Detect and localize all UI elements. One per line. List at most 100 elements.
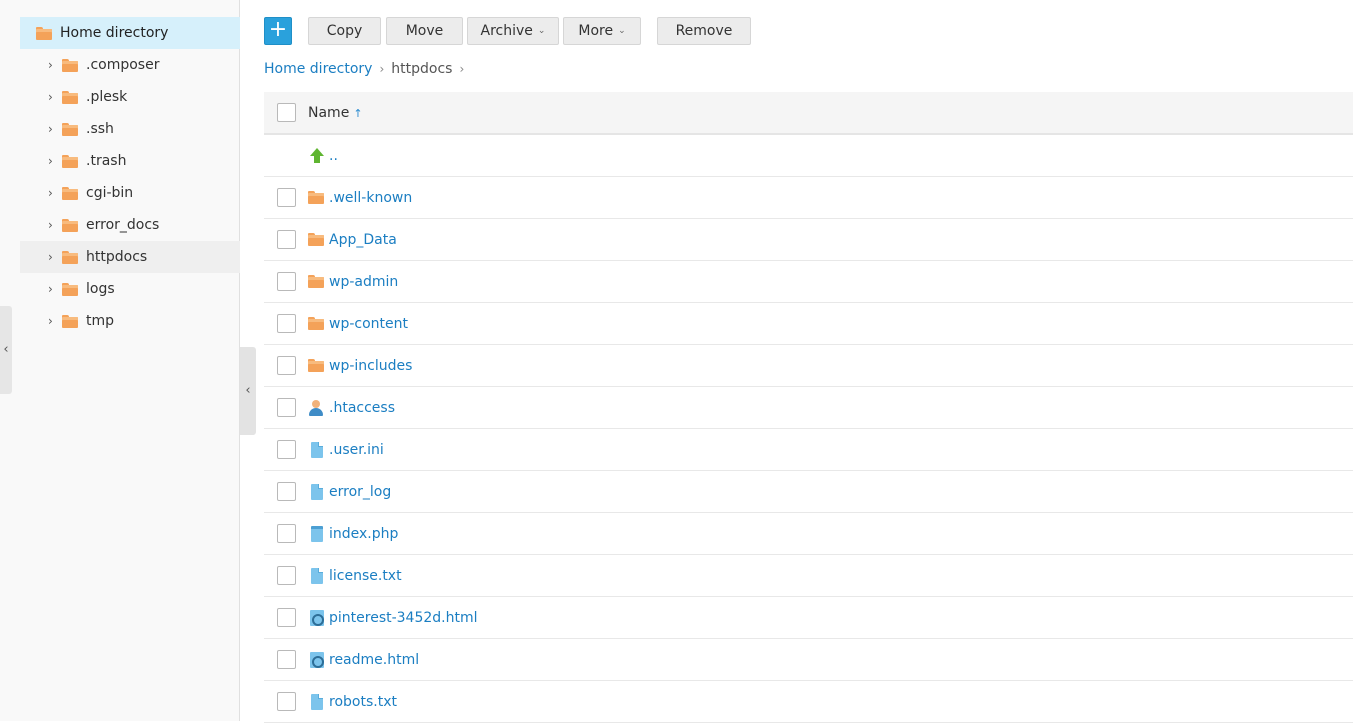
file-name-link[interactable]: wp-includes — [329, 358, 412, 374]
file-table: Name ↑ .. .well-known App_Data wp-admin w… — [264, 92, 1353, 723]
chevron-down-icon: ⌄ — [537, 26, 546, 36]
chevron-down-icon: ⌄ — [618, 26, 626, 36]
tree-item-logs[interactable]: › logs — [20, 273, 240, 305]
file-name-link[interactable]: pinterest-3452d.html — [329, 610, 478, 626]
row-checkbox[interactable] — [276, 524, 296, 543]
chevron-right-icon[interactable]: › — [48, 122, 58, 136]
parent-directory-link[interactable]: .. — [329, 148, 338, 164]
folder-icon — [62, 218, 78, 232]
table-header: Name ↑ — [264, 92, 1353, 135]
tree-item-tmp[interactable]: › tmp — [20, 305, 240, 337]
row-checkbox[interactable] — [276, 272, 296, 291]
row-checkbox[interactable] — [276, 188, 296, 207]
row-checkbox[interactable] — [276, 398, 296, 417]
remove-button[interactable]: Remove — [657, 17, 751, 45]
collapse-tree-handle[interactable]: ‹ — [240, 347, 256, 435]
name-column-label: Name — [308, 104, 350, 121]
file-icon — [311, 693, 323, 710]
folder-icon — [62, 58, 78, 72]
sort-ascending-icon: ↑ — [353, 106, 363, 120]
file-name-link[interactable]: readme.html — [329, 652, 419, 668]
file-name-link[interactable]: .user.ini — [329, 442, 384, 458]
row-checkbox[interactable] — [276, 692, 296, 711]
file-name-link[interactable]: license.txt — [329, 568, 402, 584]
chevron-right-icon[interactable]: › — [48, 218, 58, 232]
chevron-right-icon[interactable]: › — [48, 250, 58, 264]
folder-icon — [36, 26, 52, 40]
tree-root-label: Home directory — [60, 25, 169, 41]
file-name-link[interactable]: error_log — [329, 484, 391, 500]
move-button[interactable]: Move — [386, 17, 463, 45]
tree-item-error-docs[interactable]: › error_docs — [20, 209, 240, 241]
folder-icon — [62, 186, 78, 200]
table-row: index.php — [264, 513, 1353, 555]
table-row: readme.html — [264, 639, 1353, 681]
file-name-link[interactable]: .well-known — [329, 190, 412, 206]
breadcrumb-separator: › — [379, 62, 385, 76]
folder-icon — [308, 233, 324, 246]
name-column-header[interactable]: Name ↑ — [308, 105, 363, 121]
add-button[interactable]: + — [264, 17, 292, 45]
table-row: wp-includes — [264, 345, 1353, 387]
chevron-left-icon: ‹ — [3, 341, 9, 357]
folder-icon — [308, 359, 324, 372]
folder-icon — [62, 314, 78, 328]
table-row: .user.ini — [264, 429, 1353, 471]
folder-icon — [62, 90, 78, 104]
more-button-label: More — [578, 23, 614, 39]
table-row: pinterest-3452d.html — [264, 597, 1353, 639]
breadcrumb-current[interactable]: httpdocs — [391, 61, 452, 77]
web-file-icon — [310, 609, 324, 626]
more-button[interactable]: More ⌄ — [563, 17, 641, 45]
row-checkbox[interactable] — [276, 608, 296, 627]
file-name-link[interactable]: index.php — [329, 526, 398, 542]
file-icon — [311, 483, 323, 500]
tree-item-label: httpdocs — [86, 249, 148, 265]
tree-item-composer[interactable]: › .composer — [20, 49, 240, 81]
toolbar: + Copy Move Archive ⌄ More ⌄ Remove — [264, 17, 1164, 45]
chevron-right-icon[interactable]: › — [48, 282, 58, 296]
collapse-left-panel-handle[interactable]: ‹ — [0, 306, 12, 394]
copy-button[interactable]: Copy — [308, 17, 381, 45]
archive-button[interactable]: Archive ⌄ — [467, 17, 559, 45]
table-row: .well-known — [264, 177, 1353, 219]
row-checkbox[interactable] — [276, 314, 296, 333]
folder-icon — [308, 317, 324, 330]
chevron-right-icon[interactable]: › — [48, 154, 58, 168]
parent-directory-row[interactable]: .. — [264, 135, 1353, 177]
file-name-link[interactable]: wp-content — [329, 316, 408, 332]
tree-item-label: logs — [86, 281, 115, 297]
tree-item-httpdocs[interactable]: › httpdocs — [20, 241, 240, 273]
breadcrumb-home-link[interactable]: Home directory — [264, 61, 372, 77]
tree-item-cgi-bin[interactable]: › cgi-bin — [20, 177, 240, 209]
chevron-right-icon[interactable]: › — [48, 314, 58, 328]
select-all-checkbox[interactable] — [276, 103, 296, 122]
file-name-link[interactable]: .htaccess — [329, 400, 395, 416]
tree-item-ssh[interactable]: › .ssh — [20, 113, 240, 145]
file-name-link[interactable]: App_Data — [329, 232, 397, 248]
file-name-link[interactable]: robots.txt — [329, 694, 397, 710]
folder-icon — [62, 122, 78, 136]
tree-item-label: .plesk — [86, 89, 128, 105]
row-checkbox[interactable] — [276, 482, 296, 501]
chevron-right-icon[interactable]: › — [48, 58, 58, 72]
table-row: robots.txt — [264, 681, 1353, 723]
chevron-right-icon[interactable]: › — [48, 90, 58, 104]
folder-icon — [62, 154, 78, 168]
row-checkbox[interactable] — [276, 566, 296, 585]
tree-root-home-directory[interactable]: Home directory — [20, 17, 240, 49]
row-checkbox[interactable] — [276, 650, 296, 669]
tree-item-label: error_docs — [86, 217, 160, 233]
file-name-link[interactable]: wp-admin — [329, 274, 398, 290]
file-icon — [311, 567, 323, 584]
row-checkbox[interactable] — [276, 440, 296, 459]
row-checkbox[interactable] — [276, 230, 296, 249]
move-button-label: Move — [405, 23, 444, 39]
table-row: wp-content — [264, 303, 1353, 345]
row-checkbox[interactable] — [276, 356, 296, 375]
chevron-right-icon[interactable]: › — [48, 186, 58, 200]
archive-button-label: Archive — [480, 23, 533, 39]
tree-item-plesk[interactable]: › .plesk — [20, 81, 240, 113]
tree-item-trash[interactable]: › .trash — [20, 145, 240, 177]
up-arrow-icon — [310, 148, 324, 163]
